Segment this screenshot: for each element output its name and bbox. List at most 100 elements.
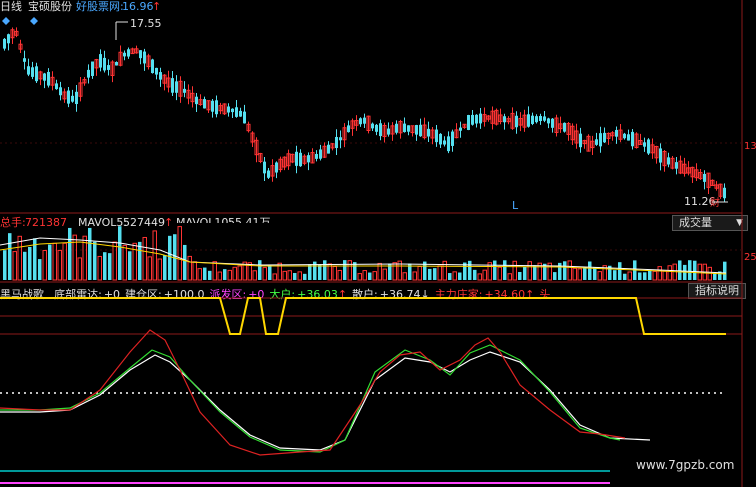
- candlestick-body: [155, 67, 158, 75]
- volume-bar: [507, 273, 512, 281]
- candlestick-body: [675, 162, 678, 169]
- volume-bar: [108, 253, 112, 280]
- volume-bar: [473, 269, 477, 280]
- candlestick-body: [359, 118, 362, 125]
- candlestick-body: [387, 128, 390, 135]
- volume-bar: [187, 255, 192, 281]
- volume-bar: [497, 266, 502, 281]
- candlestick-body: [339, 137, 342, 141]
- volume-bar: [203, 267, 207, 280]
- candlestick-body: [603, 132, 606, 143]
- candlestick-body: [435, 129, 438, 143]
- candlestick-body: [551, 118, 554, 128]
- candlestick-body: [631, 131, 634, 147]
- candlestick-body: [595, 139, 598, 145]
- candlestick-body: [143, 51, 146, 64]
- candlestick-body: [703, 173, 706, 182]
- candlestick-body: [75, 91, 78, 105]
- candlestick-body: [427, 128, 430, 137]
- candlestick-body: [723, 187, 726, 199]
- candlestick-body: [87, 69, 90, 78]
- volume-bar: [688, 260, 692, 280]
- volume-bar: [558, 262, 562, 280]
- candlestick-body: [127, 49, 130, 57]
- volume-bar: [402, 272, 407, 281]
- diamond-icon: [30, 17, 38, 25]
- volume-bar: [177, 226, 182, 281]
- volume-bar: [183, 244, 187, 280]
- candlestick-body: [327, 144, 330, 154]
- volume-bar: [68, 227, 72, 280]
- volume-bar: [163, 255, 167, 280]
- volume-bar: [372, 271, 377, 281]
- volume-bar: [323, 260, 327, 280]
- volume-bar: [477, 273, 482, 281]
- candlestick-body: [31, 67, 34, 77]
- candlestick-body: [159, 72, 162, 80]
- candlestick-body: [647, 139, 650, 154]
- volume-bar: [337, 269, 342, 281]
- stock-chart[interactable]: [0, 0, 756, 487]
- candlestick-body: [275, 162, 278, 173]
- volume-bar: [652, 270, 657, 281]
- candlestick-body: [67, 90, 70, 104]
- volume-bar: [662, 270, 667, 281]
- volume-bar: [577, 268, 582, 281]
- candlestick-body: [3, 38, 6, 49]
- volume-bar: [512, 260, 517, 281]
- candlestick-body: [235, 107, 238, 117]
- volume-bar: [382, 268, 387, 281]
- volume-bar: [627, 271, 632, 281]
- volume-bar: [138, 241, 142, 280]
- volume-bar: [678, 260, 682, 280]
- candlestick-body: [439, 133, 442, 145]
- candlestick-body: [227, 106, 230, 113]
- volume-bar: [268, 264, 272, 280]
- candlestick-body: [531, 115, 534, 124]
- volume-bar: [527, 261, 532, 281]
- volume-bar: [638, 272, 642, 280]
- candlestick-body: [35, 66, 38, 82]
- volume-bar: [332, 265, 337, 281]
- candlestick-body: [319, 149, 322, 159]
- volume-bar: [297, 271, 302, 281]
- volume-bar: [693, 260, 697, 280]
- volume-bar: [252, 270, 257, 281]
- volume-bar: [667, 265, 672, 281]
- candlestick-body: [43, 73, 46, 81]
- candlestick-body: [363, 117, 366, 124]
- volume-bar: [583, 266, 587, 280]
- volume-bar: [412, 271, 417, 281]
- candlestick-body: [447, 136, 450, 152]
- candlestick-body: [195, 96, 198, 105]
- candlestick-body: [535, 116, 538, 123]
- candlestick-body: [267, 170, 270, 178]
- volume-bar: [152, 230, 157, 281]
- candlestick-body: [139, 50, 142, 59]
- volume-bar: [303, 273, 307, 280]
- volume-bar: [103, 252, 107, 280]
- candlestick-body: [667, 157, 670, 165]
- candlestick-body: [203, 99, 206, 109]
- volume-bar: [343, 260, 347, 280]
- volume-bar: [272, 273, 277, 281]
- candlestick-body: [99, 54, 102, 68]
- candlestick-body: [443, 140, 446, 145]
- candlestick-body: [415, 125, 418, 135]
- candlestick-body: [539, 115, 542, 122]
- volume-bar: [362, 270, 367, 281]
- volume-bar: [553, 272, 557, 280]
- volume-bar: [8, 233, 12, 280]
- candlestick-body: [395, 123, 398, 133]
- volume-bar: [493, 260, 497, 280]
- candlestick-body: [419, 124, 422, 137]
- candlestick-body: [371, 123, 374, 129]
- volume-bar: [593, 267, 597, 280]
- candlestick-body: [403, 123, 406, 133]
- volume-bar: [48, 244, 52, 280]
- candlestick-body: [215, 100, 218, 115]
- candlestick-body: [543, 116, 546, 121]
- candlestick-body: [307, 155, 310, 163]
- volume-bar: [458, 272, 462, 280]
- volume-bar: [12, 251, 17, 281]
